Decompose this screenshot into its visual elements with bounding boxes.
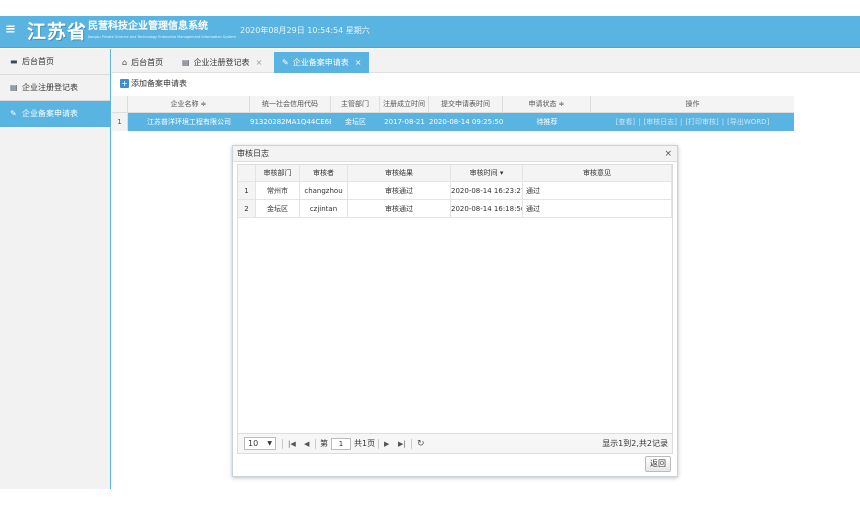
audit-dept-cell: 金坛区: [256, 200, 300, 217]
plus-icon: +: [120, 79, 129, 88]
table-row[interactable]: 1 江苏普洋环境工程有限公司 91320282MA1Q44CE6B 金坛区 20…: [112, 113, 794, 131]
close-icon[interactable]: ×: [256, 58, 263, 67]
sidebar-item-label: 后台首页: [22, 57, 54, 66]
audit-note-cell: 通过: [523, 200, 672, 217]
company-name-cell: 江苏普洋环境工程有限公司: [147, 118, 231, 126]
column-header[interactable]: 统一社会信用代码: [250, 96, 331, 112]
column-header[interactable]: 审核时间 ▾: [451, 165, 523, 181]
sidebar-item-home[interactable]: ▬ 后台首页: [0, 49, 110, 75]
audit-log-table: 审核部门 审核者 审核结果 审核时间 ▾ 审核意见 1 常州市 changzho…: [237, 164, 673, 454]
audit-result-cell: 审核通过: [348, 200, 451, 217]
sidebar-item-filing[interactable]: ✎ 企业备案申请表: [0, 101, 110, 127]
sidebar-item-label: 企业备案申请表: [22, 109, 78, 118]
view-link[interactable]: [查看]: [616, 118, 635, 126]
department-cell: 金坛区: [345, 118, 366, 126]
audit-dept-cell: 常州市: [256, 182, 300, 199]
home-icon: ⌂: [122, 58, 128, 67]
system-subtitle: Jiangsu Private Science and Technology E…: [88, 35, 236, 39]
auditor-cell: changzhou: [300, 182, 348, 199]
filing-table: 企业名称 ≑ 统一社会信用代码 主管部门 注册成立时间 提交申请表时间 申请状态…: [112, 96, 794, 131]
page-label: 第: [320, 439, 328, 448]
audit-time-cell: 2020-08-14 16:23:27: [451, 182, 523, 199]
table-row[interactable]: 1 常州市 changzhou 审核通过 2020-08-14 16:23:27…: [238, 182, 672, 200]
close-icon[interactable]: ×: [355, 58, 362, 67]
pagination-bar: 10 ▼ |◀ ◀ 第 1 共1页 ▶ ▶| ↻ 显示1到2,共2记录: [238, 433, 672, 453]
audit-time-cell: 2020-08-14 16:18:56: [451, 200, 523, 217]
total-pages: 共1页: [354, 439, 376, 448]
add-filing-button[interactable]: + 添加备案申请表: [120, 78, 187, 90]
divider: [378, 439, 379, 449]
page-number-input[interactable]: 1: [331, 438, 351, 450]
column-header[interactable]: 审核部门: [256, 165, 300, 181]
table-header: 审核部门 审核者 审核结果 审核时间 ▾ 审核意见: [238, 165, 672, 182]
chevron-down-icon: ▼: [267, 440, 272, 447]
tab-bar: ⌂ 后台首页 ▤ 企业注册登记表 × ✎ 企业备案申请表 ×: [112, 49, 860, 73]
tab-filing[interactable]: ✎ 企业备案申请表 ×: [274, 52, 370, 73]
column-header[interactable]: 审核结果: [348, 165, 451, 181]
add-filing-label: 添加备案申请表: [131, 79, 187, 88]
dialog-header: 审核日志 ×: [233, 146, 677, 162]
column-header[interactable]: 主管部门: [331, 96, 380, 112]
close-icon[interactable]: ×: [664, 146, 672, 162]
divider: [282, 439, 283, 449]
next-page-icon[interactable]: ▶: [384, 434, 389, 454]
column-header[interactable]: 审核者: [300, 165, 348, 181]
operations-cell: [查看] | [审核日志] | [打印审核] | [导出WORD]: [615, 118, 770, 126]
province-logo: 江苏省: [27, 21, 88, 43]
tab-registration[interactable]: ▤ 企业注册登记表 ×: [174, 52, 270, 73]
divider: [411, 439, 412, 449]
tab-label: 企业备案申请表: [292, 58, 349, 67]
column-header[interactable]: 申请状态 ≑: [503, 96, 591, 112]
sidebar: ▬ 后台首页 ▤ 企业注册登记表 ✎ 企业备案申请表: [0, 49, 111, 489]
menu-icon[interactable]: ≡: [5, 23, 16, 36]
reg-date-cell: 2017-08-21: [384, 118, 425, 126]
table-row[interactable]: 2 金坛区 czjintan 审核通过 2020-08-14 16:18:56 …: [238, 200, 672, 218]
pagination-info: 显示1到2,共2记录: [602, 439, 668, 448]
auditor-cell: czjintan: [300, 200, 348, 217]
sidebar-item-registration[interactable]: ▤ 企业注册登记表: [0, 75, 110, 101]
row-number: 2: [238, 200, 256, 217]
audit-log-dialog: 审核日志 × 审核部门 审核者 审核结果 审核时间 ▾ 审核意见 1 常州市 c…: [232, 145, 678, 477]
rownum-header: [112, 96, 128, 112]
dialog-footer: 返回: [237, 456, 673, 474]
edit-doc-icon: ✎: [10, 109, 17, 118]
refresh-icon[interactable]: ↻: [417, 434, 425, 454]
first-page-icon[interactable]: |◀: [288, 434, 296, 454]
column-header: 操作: [685, 100, 700, 108]
book-icon: ▤: [10, 83, 18, 92]
tab-label: 后台首页: [131, 58, 164, 67]
last-page-icon[interactable]: ▶|: [398, 434, 406, 454]
toolbar: + 添加备案申请表: [112, 74, 860, 94]
column-header[interactable]: 注册成立时间: [380, 96, 429, 112]
dialog-title: 审核日志: [237, 149, 269, 158]
credit-code-cell: 91320282MA1Q44CE6B: [250, 118, 331, 126]
system-title: 民营科技企业管理信息系统: [88, 21, 208, 32]
monitor-icon: ▬: [10, 57, 18, 66]
submit-time-cell: 2020-08-14 09:25:50: [429, 118, 503, 126]
column-header[interactable]: 提交申请表时间: [429, 96, 503, 112]
rownum-header: [238, 165, 256, 181]
book-icon: ▤: [182, 58, 190, 67]
audit-log-link[interactable]: [审核日志]: [644, 118, 677, 126]
tab-home[interactable]: ⌂ 后台首页: [114, 52, 171, 73]
status-cell: 待推荐: [536, 118, 558, 126]
prev-page-icon[interactable]: ◀: [304, 434, 309, 454]
edit-doc-icon: ✎: [282, 58, 289, 67]
divider: [315, 439, 316, 449]
export-word-link[interactable]: [导出WORD]: [727, 118, 769, 126]
page-size-select[interactable]: 10 ▼: [244, 437, 276, 450]
column-header[interactable]: 企业名称 ≑: [128, 96, 250, 112]
table-header: 企业名称 ≑ 统一社会信用代码 主管部门 注册成立时间 提交申请表时间 申请状态…: [112, 96, 794, 113]
datetime: 2020年08月29日 10:54:54 星期六: [240, 26, 370, 35]
audit-note-cell: 通过: [523, 182, 672, 199]
print-audit-link[interactable]: [打印审核]: [685, 118, 718, 126]
audit-result-cell: 审核通过: [348, 182, 451, 199]
top-header: ≡ 江苏省 民营科技企业管理信息系统 Jiangsu Private Scien…: [0, 16, 860, 48]
column-header[interactable]: 审核意见: [523, 165, 672, 181]
row-number: 1: [112, 113, 128, 131]
back-button[interactable]: 返回: [645, 456, 671, 472]
row-number: 1: [238, 182, 256, 199]
sidebar-item-label: 企业注册登记表: [22, 83, 78, 92]
tab-label: 企业注册登记表: [193, 58, 250, 67]
